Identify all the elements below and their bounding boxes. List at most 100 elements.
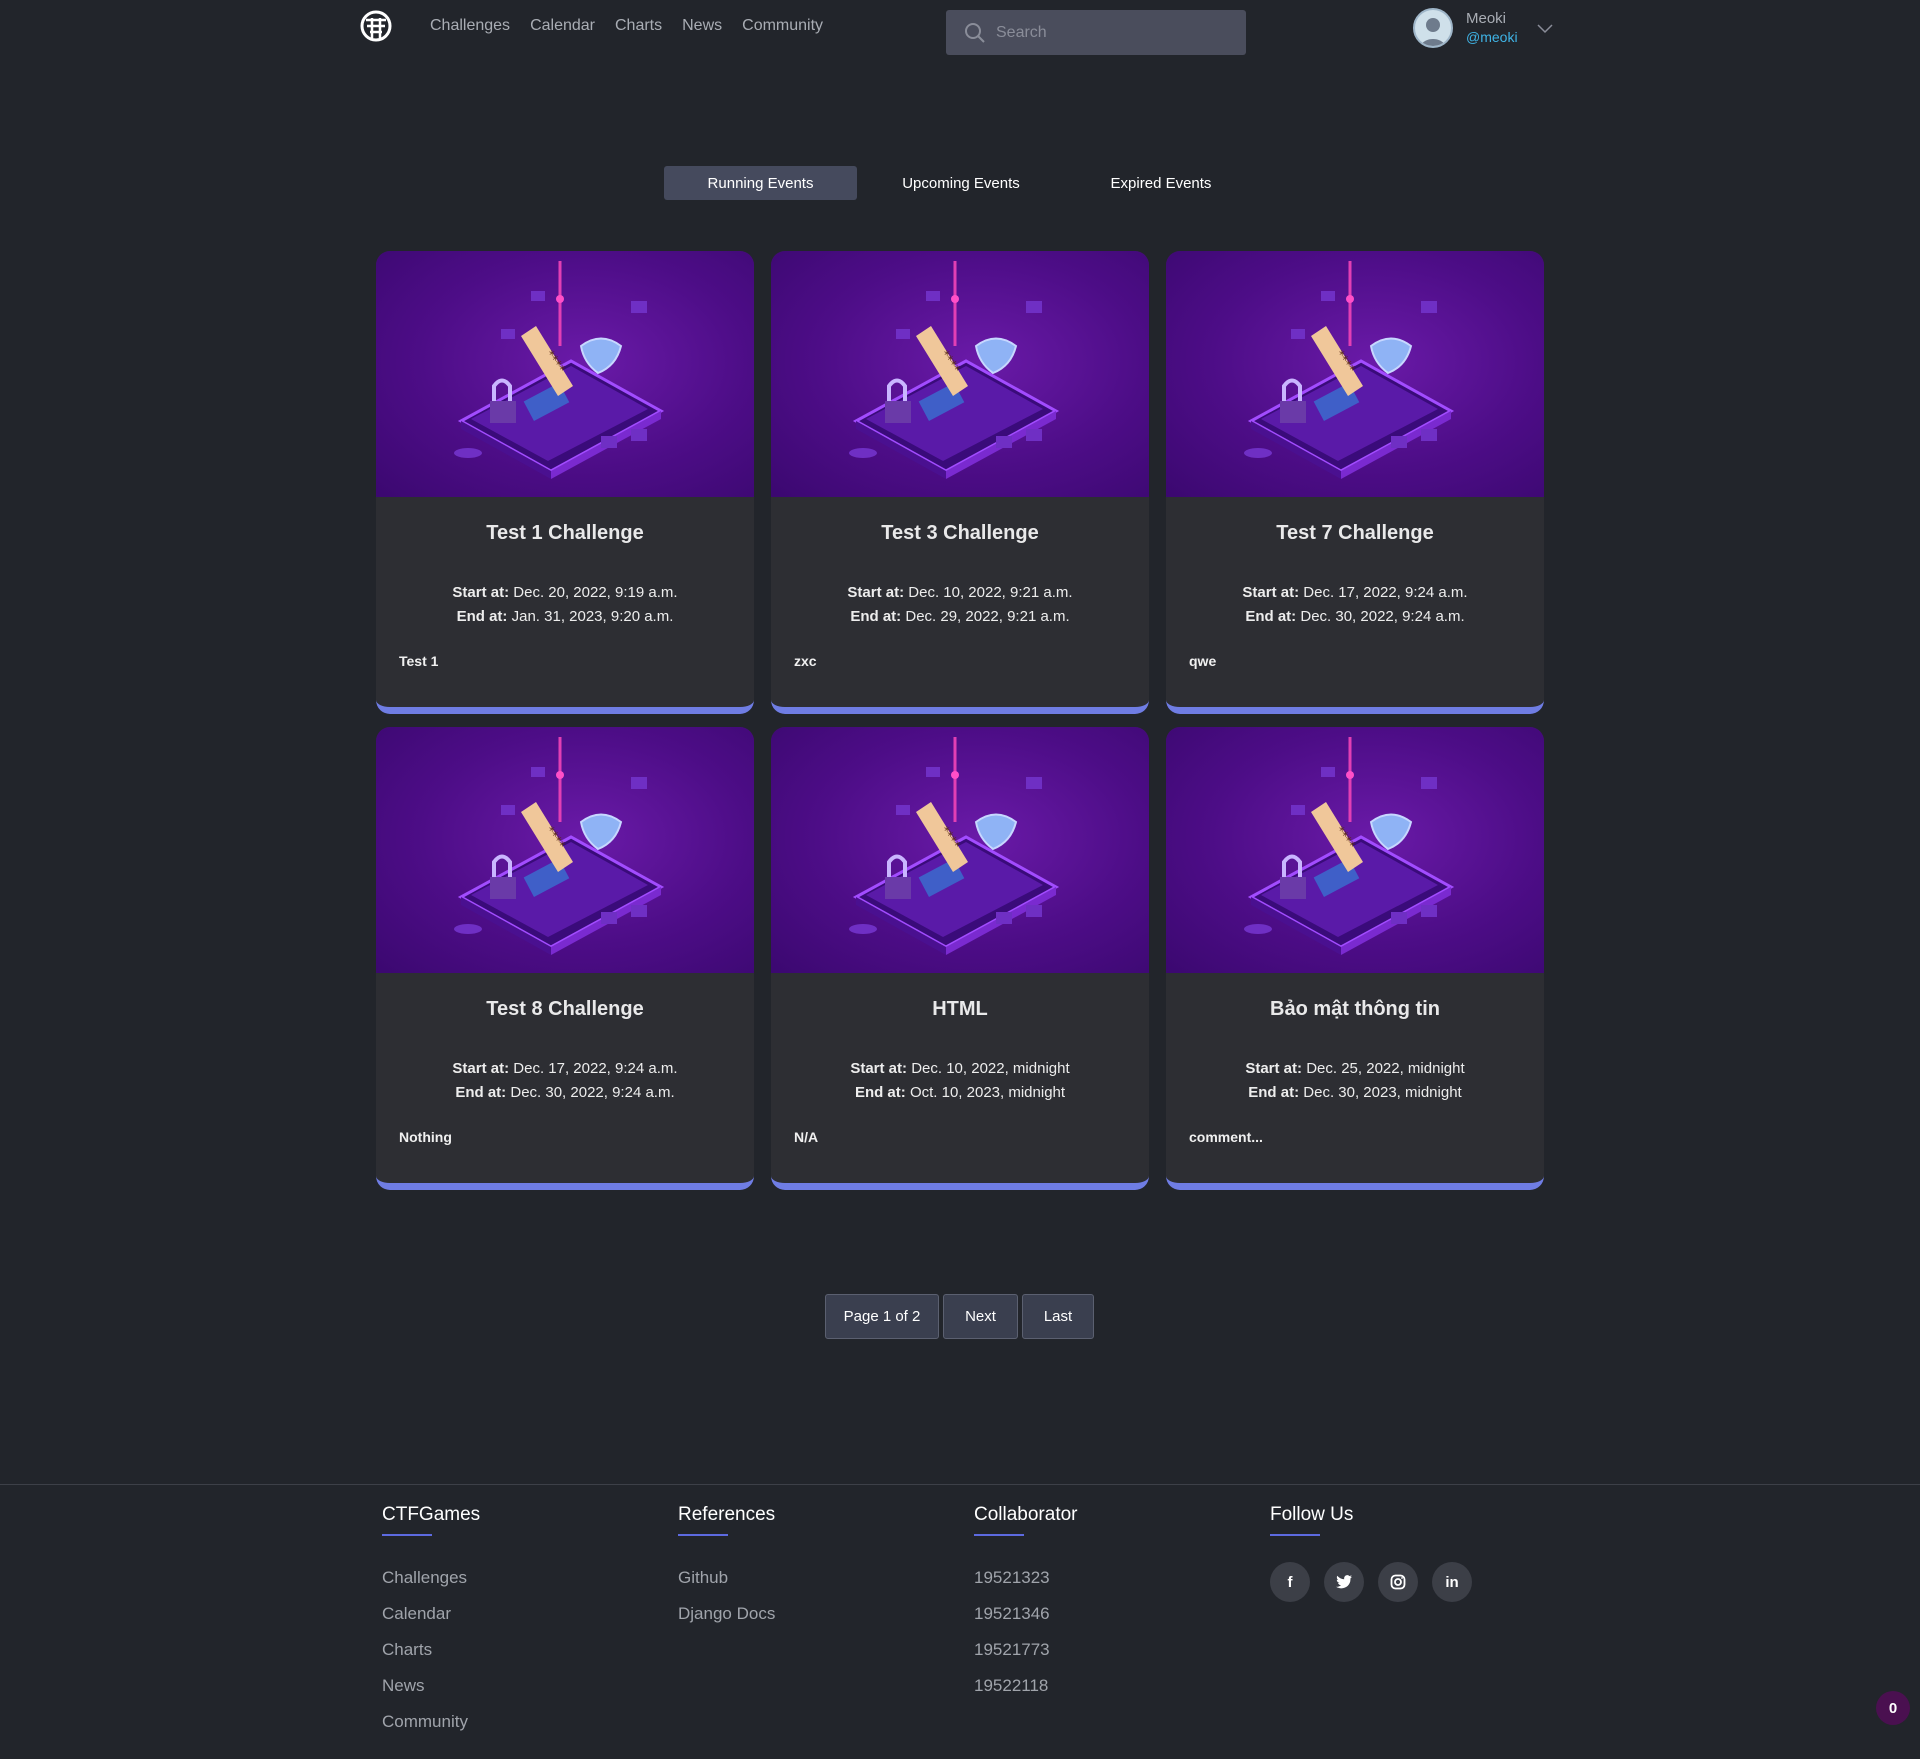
instagram-glyph-icon [1390,1574,1406,1590]
tab-upcoming-events[interactable]: Upcoming Events [857,166,1065,200]
avatar[interactable] [1413,8,1453,48]
event-card[interactable]: **** Test 7 Challenge Start at: Dec. 17,… [1166,251,1544,714]
event-end: End at: Dec. 30, 2022, 9:24 a.m. [376,1081,754,1105]
footer-link-news[interactable]: News [382,1668,480,1704]
footer-col-references: References Github Django Docs [678,1504,775,1632]
footer-col-follow: Follow Us f in [1270,1504,1472,1602]
end-label: End at: [456,608,508,625]
event-card[interactable]: **** Test 1 Challenge Start at: Dec. 20,… [376,251,754,714]
phishing-illustration-icon: **** [849,261,1060,479]
instagram-icon[interactable] [1378,1562,1418,1602]
nav-calendar[interactable]: Calendar [530,17,595,35]
start-label: Start at: [1242,584,1300,601]
collaborator-link[interactable]: 19522118 [974,1668,1078,1704]
tab-running-events[interactable]: Running Events [664,166,857,200]
footer-heading: References [678,1504,776,1525]
user-menu[interactable]: Meoki @meoki [1413,8,1554,48]
collaborator-link[interactable]: 19521323 [974,1560,1078,1596]
phishing-illustration-icon: **** [454,261,665,479]
event-card[interactable]: **** Bảo mật thông tin Start at: Dec. 25… [1166,727,1544,1190]
event-title: Test 1 Challenge [486,522,644,544]
start-label: Start at: [452,1060,510,1077]
linkedin-icon[interactable]: in [1432,1562,1472,1602]
event-card[interactable]: **** Test 8 Challenge Start at: Dec. 17,… [376,727,754,1190]
footer-link-charts[interactable]: Charts [382,1632,480,1668]
tab-expired-events[interactable]: Expired Events [1065,166,1257,200]
event-title: HTML [932,998,988,1020]
phishing-illustration-icon: **** [849,737,1060,955]
event-end: End at: Dec. 30, 2023, midnight [1166,1081,1544,1105]
chevron-down-icon[interactable] [1536,19,1554,37]
next-page-button[interactable]: Next [943,1294,1018,1339]
event-card[interactable]: **** Test 3 Challenge Start at: Dec. 10,… [771,251,1149,714]
event-title: Test 8 Challenge [486,998,644,1020]
footer-link-calendar[interactable]: Calendar [382,1596,480,1632]
start-label: Start at: [847,584,905,601]
end-label: End at: [850,608,902,625]
event-start: Start at: Dec. 20, 2022, 9:19 a.m. [376,581,754,605]
collaborator-link[interactable]: 19521773 [974,1632,1078,1668]
event-grid: **** Test 1 Challenge Start at: Dec. 20,… [376,251,1544,1190]
twitter-icon[interactable] [1324,1562,1364,1602]
event-start-value: Dec. 10, 2022, 9:21 a.m. [908,584,1073,601]
event-end-value: Dec. 29, 2022, 9:21 a.m. [905,608,1070,625]
footer-link-challenges[interactable]: Challenges [382,1560,480,1596]
event-title: Test 3 Challenge [881,522,1039,544]
footer-link-community[interactable]: Community [382,1704,480,1740]
footer-col-ctfgames: CTFGames Challenges Calendar Charts News… [382,1504,480,1740]
end-label: End at: [1245,608,1297,625]
event-end-value: Dec. 30, 2023, midnight [1303,1084,1462,1101]
ctfgames-logo-icon[interactable] [358,8,394,44]
event-start-value: Dec. 10, 2022, midnight [911,1060,1070,1077]
event-tabs: Running Events Upcoming Events Expired E… [664,166,1257,200]
top-navbar: Challenges Calendar Charts News Communit… [0,0,1920,64]
nav-community[interactable]: Community [742,17,823,35]
event-title: Bảo mật thông tin [1270,998,1440,1020]
phishing-illustration-icon: **** [1244,737,1455,955]
event-start: Start at: Dec. 17, 2022, 9:24 a.m. [1166,581,1544,605]
user-info: Meoki @meoki [1466,10,1518,46]
user-name: Meoki [1466,10,1507,27]
phishing-illustration-icon: **** [454,737,665,955]
nav-challenges[interactable]: Challenges [430,17,510,35]
search-box [946,10,1246,55]
phishing-illustration-icon: **** [1244,261,1455,479]
event-start-value: Dec. 20, 2022, 9:19 a.m. [513,584,678,601]
last-page-button[interactable]: Last [1022,1294,1094,1339]
twitter-bird-icon [1336,1575,1352,1589]
event-dates: Start at: Dec. 25, 2022, midnight End at… [1166,1057,1544,1105]
event-start: Start at: Dec. 25, 2022, midnight [1166,1057,1544,1081]
heading-underline [1270,1534,1320,1536]
search-icon [965,22,985,43]
facebook-icon[interactable]: f [1270,1562,1310,1602]
nav-charts[interactable]: Charts [615,17,662,35]
footer-heading: CTFGames [382,1504,481,1525]
event-dates: Start at: Dec. 20, 2022, 9:19 a.m. End a… [376,581,754,629]
start-label: Start at: [850,1060,908,1077]
event-dates: Start at: Dec. 17, 2022, 9:24 a.m. End a… [1166,581,1544,629]
event-card-image: **** [1166,727,1544,973]
start-label: Start at: [452,584,510,601]
event-start-value: Dec. 17, 2022, 9:24 a.m. [513,1060,678,1077]
footer-link-django-docs[interactable]: Django Docs [678,1596,775,1632]
event-end: End at: Jan. 31, 2023, 9:20 a.m. [376,605,754,629]
footer-heading: Collaborator [974,1504,1078,1525]
footer-link-github[interactable]: Github [678,1560,775,1596]
event-end-value: Oct. 10, 2023, midnight [909,1084,1066,1101]
start-label: Start at: [1245,1060,1303,1077]
collaborator-link[interactable]: 19521346 [974,1596,1078,1632]
footer-divider [0,1484,1920,1485]
event-end: End at: Oct. 10, 2023, midnight [771,1081,1149,1105]
event-card-image: **** [376,727,754,973]
event-end: End at: Dec. 29, 2022, 9:21 a.m. [771,605,1149,629]
event-description: Test 1 [399,653,439,669]
event-card[interactable]: **** HTML Start at: Dec. 10, 2022, midni… [771,727,1149,1190]
search-input[interactable] [996,23,1226,42]
notification-badge[interactable]: 0 [1876,1691,1910,1725]
event-start-value: Dec. 25, 2022, midnight [1306,1060,1465,1077]
nav-news[interactable]: News [682,17,722,35]
event-description: N/A [794,1129,819,1145]
event-card-image: **** [376,251,754,497]
event-dates: Start at: Dec. 10, 2022, 9:21 a.m. End a… [771,581,1149,629]
event-description: zxc [794,653,817,669]
